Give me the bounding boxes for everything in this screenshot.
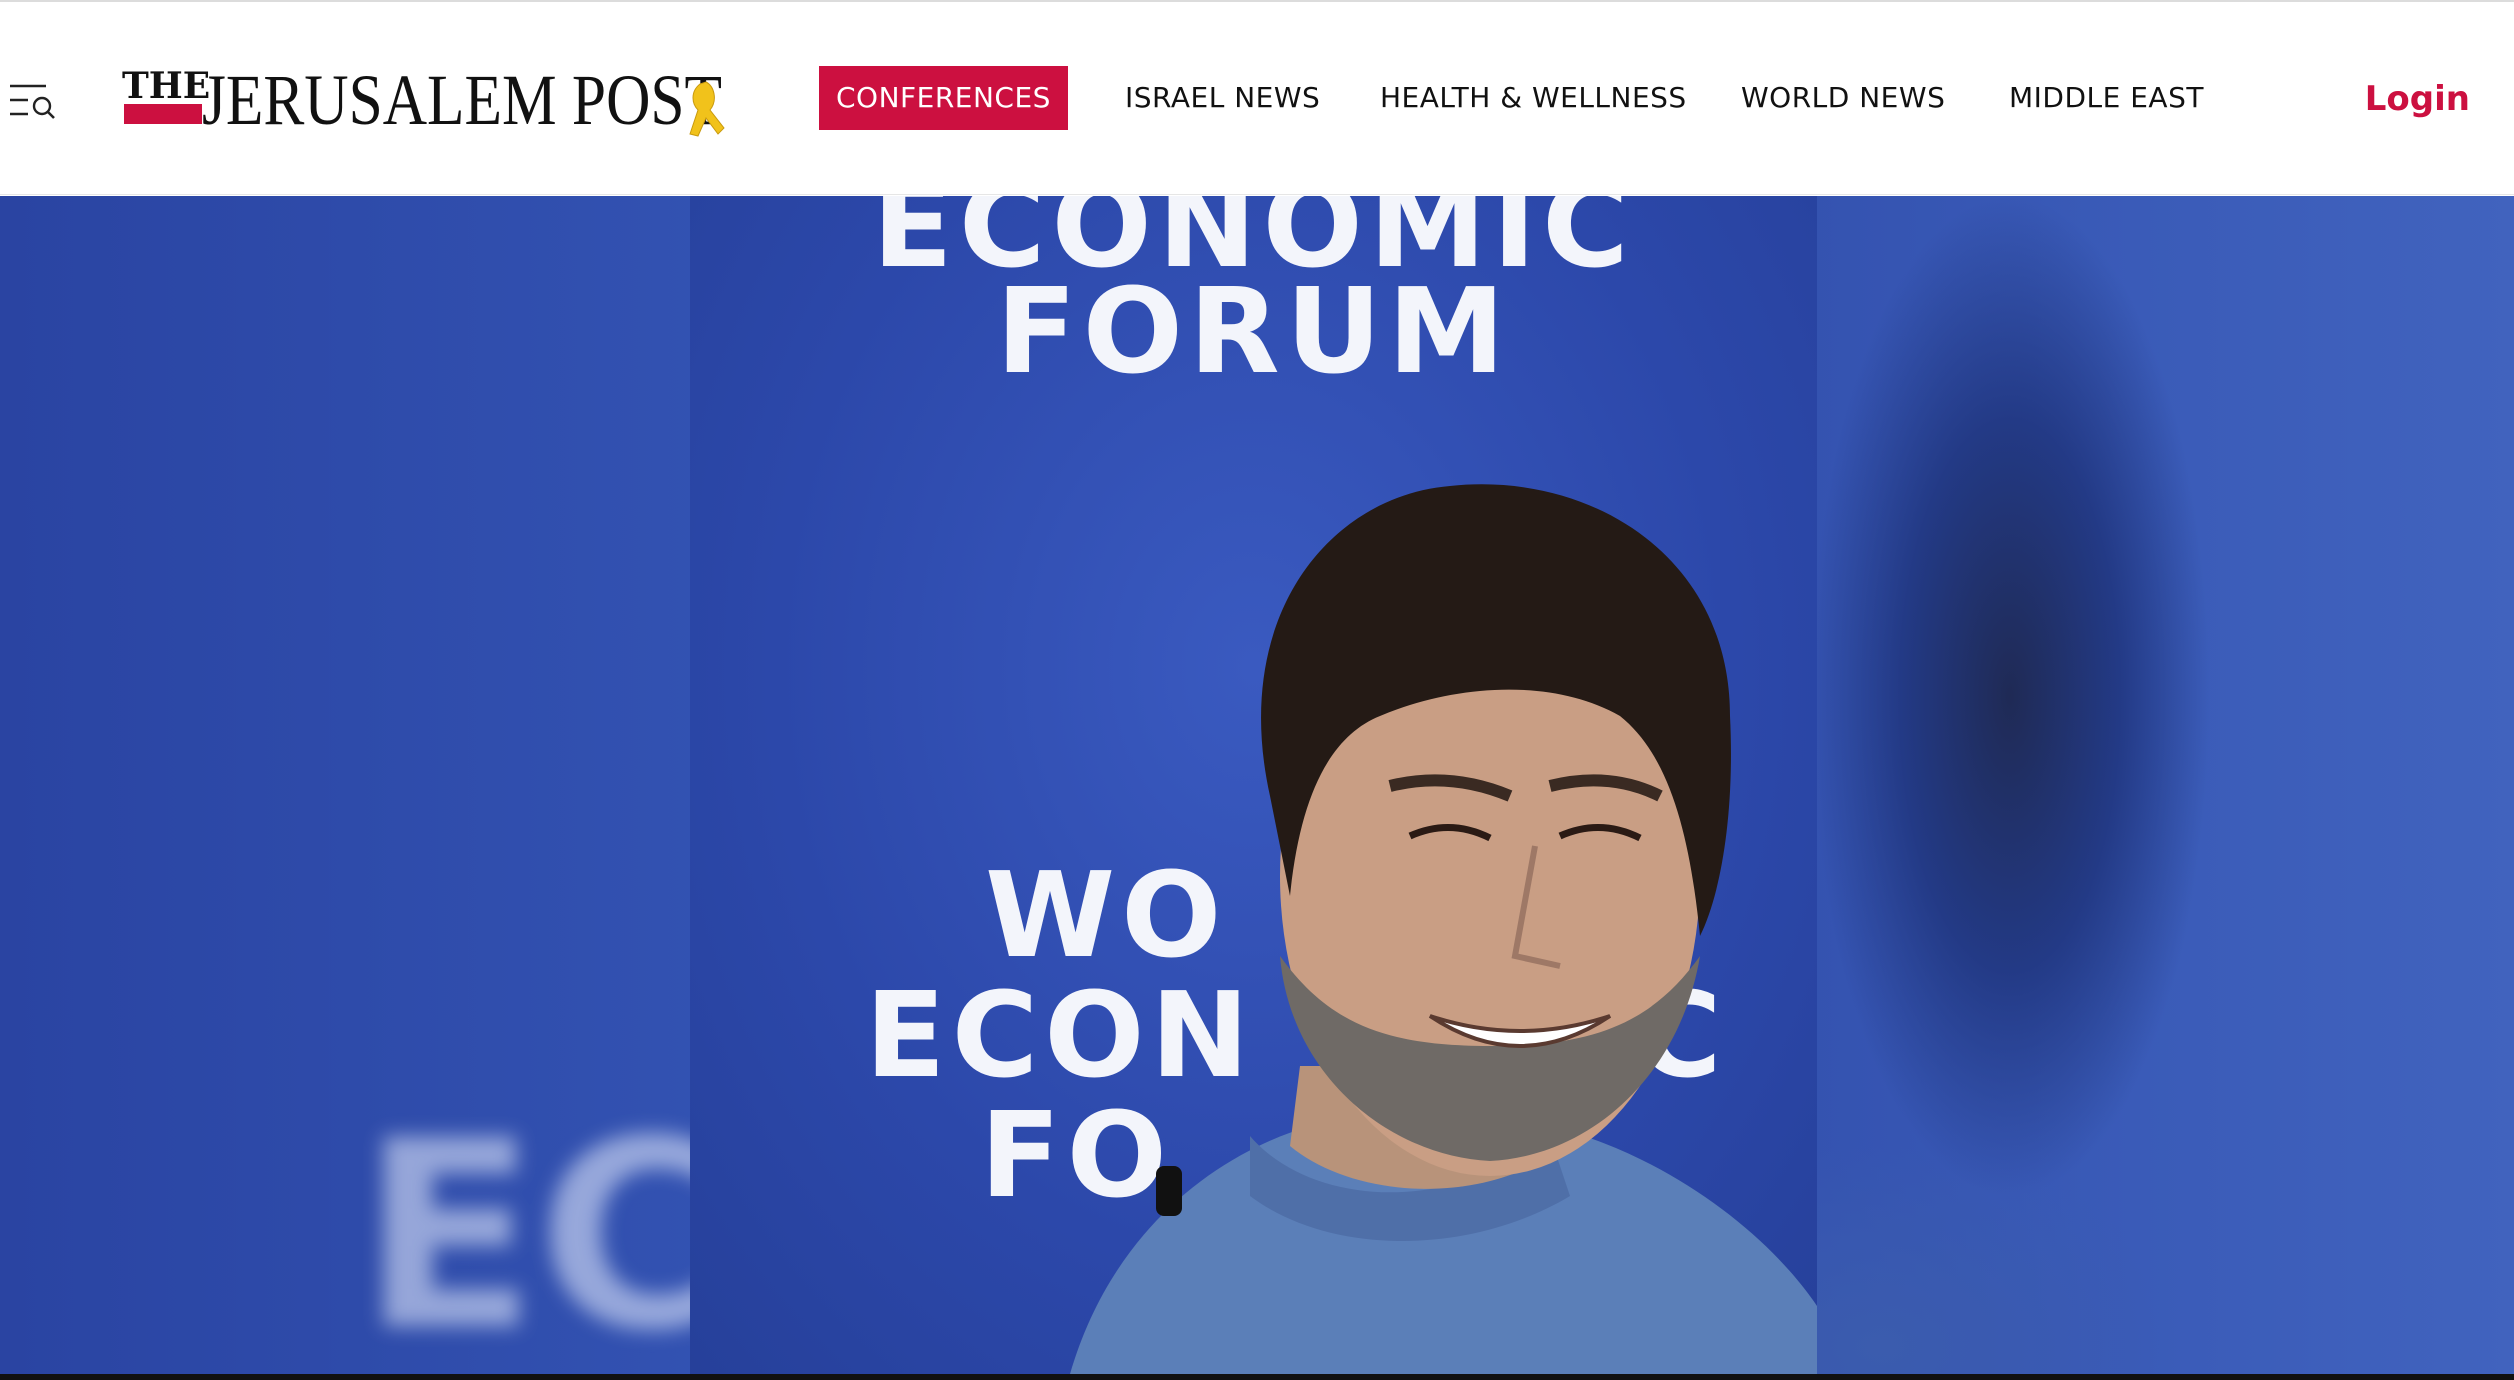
- site-logo[interactable]: THE JERUSALEM POST: [118, 52, 728, 152]
- nav-world-news[interactable]: WORLD NEWS: [1741, 66, 1945, 130]
- person-illustration: [1070, 484, 1817, 1374]
- logo-red-bar: [124, 104, 202, 124]
- hero-photo: ECONOMIC FORUM WO ECON C FO: [690, 196, 1817, 1374]
- site-header: THE JERUSALEM POST CONFERENCES ISRAEL NE…: [0, 2, 2514, 195]
- nav-conferences[interactable]: CONFERENCES: [819, 66, 1068, 130]
- login-link[interactable]: Login: [2365, 74, 2470, 124]
- logo-the: THE: [122, 65, 210, 107]
- nav-health-wellness[interactable]: HEALTH & WELLNESS: [1380, 66, 1687, 130]
- nav-israel-news[interactable]: ISRAEL NEWS: [1125, 66, 1320, 130]
- nav-middle-east[interactable]: MIDDLE EAST: [2009, 66, 2204, 130]
- logo-wordmark: JERUSALEM POST: [202, 60, 722, 140]
- bottom-edge: [0, 1374, 2514, 1380]
- menu-search-icon[interactable]: [6, 80, 56, 122]
- hero-image: EC ECONOMIC FORUM WO ECON C FO: [0, 196, 2514, 1374]
- blurred-backdrop-text: EC: [360, 1086, 729, 1374]
